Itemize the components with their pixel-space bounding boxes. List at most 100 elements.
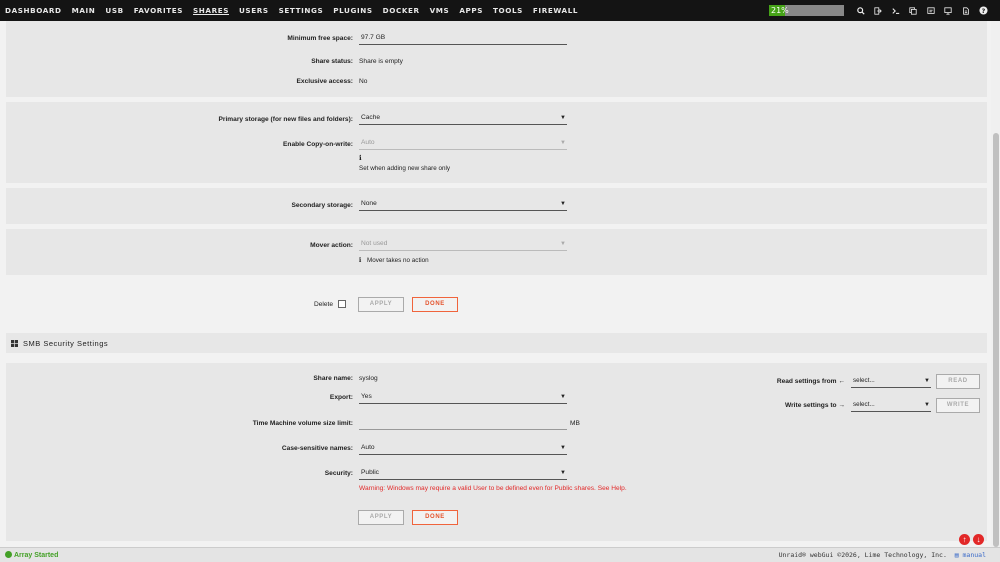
nav-users[interactable]: USERS <box>239 6 269 15</box>
min-free-label: Minimum free space: <box>287 35 353 42</box>
footer-copyright: Unraid® webGui ©2026, Lime Technology, I… <box>778 551 986 559</box>
primary-storage-value: Cache <box>361 114 381 121</box>
manual-link[interactable]: ▤ manual <box>955 551 986 559</box>
smb-apply-button[interactable]: APPLY <box>358 510 404 525</box>
chevron-down-icon: ▼ <box>560 445 566 451</box>
nav-dashboard[interactable]: DASHBOARD <box>5 6 62 15</box>
page-scrollbar[interactable] <box>991 21 1000 547</box>
help-icon[interactable]: ? <box>975 3 993 18</box>
notes-icon[interactable] <box>922 3 940 18</box>
export-value: Yes <box>361 393 372 400</box>
scrollbar-thumb[interactable] <box>993 133 999 547</box>
read-settings-select[interactable]: select... ▼ <box>851 376 931 388</box>
nav-tools[interactable]: TOOLS <box>493 6 523 15</box>
array-status: Array Started <box>5 551 58 559</box>
main-nav: DASHBOARD MAIN USB FAVORITES SHARES USERS SETT… <box>5 0 588 21</box>
min-free-input[interactable]: 97.7 GB <box>359 33 567 45</box>
time-machine-input[interactable] <box>359 418 567 430</box>
export-select[interactable]: Yes ▼ <box>359 392 567 404</box>
cpu-load-bar: 21% <box>769 5 844 16</box>
mover-action-label: Mover action: <box>310 242 353 249</box>
chevron-down-icon: ▼ <box>924 378 930 384</box>
nav-plugins[interactable]: PLUGINS <box>333 6 372 15</box>
nav-shares[interactable]: SHARES <box>193 6 229 15</box>
scroll-down-icon[interactable]: ↓ <box>973 534 984 545</box>
feedback-icon[interactable] <box>905 3 923 18</box>
mover-note: Mover takes no action <box>367 257 429 264</box>
nav-usb[interactable]: USB <box>105 6 123 15</box>
nav-favorites[interactable]: FAVORITES <box>134 6 183 15</box>
scroll-up-icon[interactable]: ↑ <box>959 534 970 545</box>
docs-icon[interactable] <box>957 3 975 18</box>
status-dot-icon <box>5 551 12 558</box>
delete-label: Delete <box>314 301 334 308</box>
nav-firewall[interactable]: FIREWALL <box>533 6 578 15</box>
status-footer: Array Started Unraid® webGui ©2026, Lime… <box>0 547 1000 562</box>
chevron-down-icon: ▼ <box>560 140 566 146</box>
top-nav-bar: DASHBOARD MAIN USB FAVORITES SHARES USERS SETT… <box>0 0 1000 21</box>
top-icon-bar: ? <box>852 3 992 18</box>
read-button[interactable]: READ <box>936 374 980 389</box>
secondary-storage-value: None <box>361 200 377 207</box>
chevron-down-icon: ▼ <box>560 394 566 400</box>
exclusive-access-value: No <box>359 78 368 85</box>
exclusive-access-label: Exclusive access: <box>296 78 353 85</box>
write-settings-select[interactable]: select... ▼ <box>851 400 931 412</box>
primary-storage-select[interactable]: Cache ▼ <box>359 113 567 125</box>
security-value: Public <box>361 469 379 476</box>
nav-vms[interactable]: VMS <box>430 6 450 15</box>
info-icon: ℹ <box>359 257 362 264</box>
primary-storage-label: Primary storage (for new files and folde… <box>218 116 353 123</box>
cow-label: Enable Copy-on-write: <box>283 141 353 148</box>
chevron-down-icon: ▼ <box>560 241 566 247</box>
write-settings-label: Write settings to → <box>785 402 845 409</box>
mover-action-value: Not used <box>361 240 388 247</box>
logout-icon[interactable] <box>870 3 888 18</box>
chevron-down-icon: ▼ <box>560 115 566 121</box>
nav-main[interactable]: MAIN <box>72 6 96 15</box>
cow-note: Set when adding new share only <box>359 165 451 172</box>
smb-section-header: SMB Security Settings <box>6 333 987 353</box>
monitor-icon[interactable] <box>940 3 958 18</box>
smb-settings-panel: Share name: syslog Export: Yes ▼ Time Ma… <box>6 363 987 541</box>
security-select[interactable]: Public ▼ <box>359 468 567 480</box>
case-sensitive-value: Auto <box>361 444 375 451</box>
search-icon[interactable] <box>852 3 870 18</box>
cpu-load-text: 21% <box>771 6 789 15</box>
nav-apps[interactable]: APPS <box>459 6 483 15</box>
security-warning: Warning: Windows may require a valid Use… <box>359 485 627 492</box>
apply-button[interactable]: APPLY <box>358 297 404 312</box>
share-name-value: syslog <box>359 375 378 382</box>
case-sensitive-select[interactable]: Auto ▼ <box>359 443 567 455</box>
primary-storage-panel: Primary storage (for new files and folde… <box>6 102 987 183</box>
share-status-label: Share status: <box>311 58 353 65</box>
delete-checkbox[interactable] <box>338 300 346 308</box>
terminal-icon[interactable] <box>887 3 905 18</box>
chevron-down-icon: ▼ <box>924 402 930 408</box>
cow-select[interactable]: Auto ▼ <box>359 138 567 150</box>
secondary-storage-select[interactable]: None ▼ <box>359 199 567 211</box>
svg-text:?: ? <box>981 8 985 15</box>
write-settings-value: select... <box>853 401 875 408</box>
read-settings-value: select... <box>853 377 875 384</box>
secondary-storage-label: Secondary storage: <box>291 202 353 209</box>
write-button[interactable]: WRITE <box>936 398 980 413</box>
done-button[interactable]: DONE <box>412 297 458 312</box>
share-status-value: Share is empty <box>359 58 403 65</box>
security-label: Security: <box>324 470 353 477</box>
chevron-down-icon: ▼ <box>560 201 566 207</box>
min-free-value: 97.7 GB <box>361 34 386 41</box>
mover-panel: Mover action: Not used ▼ ℹ Mover takes n… <box>6 229 987 275</box>
share-name-label: Share name: <box>313 375 353 382</box>
read-settings-label: Read settings from ← <box>776 378 845 385</box>
info-icon: ℹ <box>359 155 362 162</box>
share-info-panel: Minimum free space: 97.7 GB Share status… <box>6 21 987 97</box>
time-machine-label: Time Machine volume size limit: <box>252 420 353 427</box>
smb-done-button[interactable]: DONE <box>412 510 458 525</box>
cow-value: Auto <box>361 139 375 146</box>
nav-docker[interactable]: DOCKER <box>383 6 420 15</box>
mover-action-select[interactable]: Not used ▼ <box>359 239 567 251</box>
nav-settings[interactable]: SETTINGS <box>279 6 324 15</box>
smb-section-title: SMB Security Settings <box>23 339 109 348</box>
chevron-down-icon: ▼ <box>560 470 566 476</box>
